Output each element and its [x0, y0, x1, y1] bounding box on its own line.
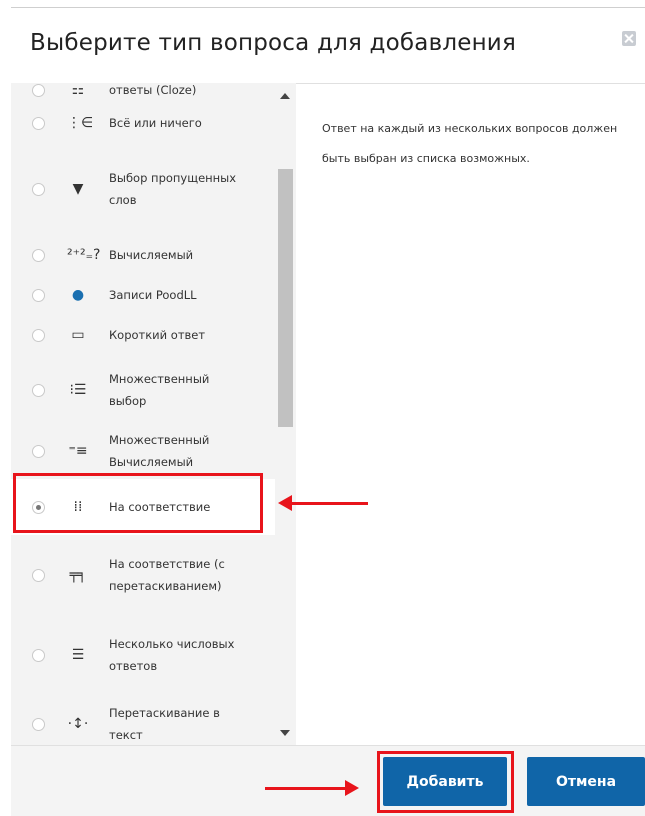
- question-type-label: На соответствие (с перетаскиванием): [109, 557, 225, 593]
- question-type-item[interactable]: ⁝☰ Множественный выбор: [11, 357, 275, 423]
- question-type-radio[interactable]: [32, 648, 45, 662]
- cloze-icon: ⚏: [71, 83, 85, 98]
- question-type-item[interactable]: ☰ Несколько числовых ответов: [11, 615, 275, 695]
- pointer-arrow-to-button: [265, 780, 359, 796]
- question-type-label: Короткий ответ: [109, 328, 206, 342]
- question-type-item[interactable]: ²⁺²₌? Вычисляемый: [11, 233, 275, 277]
- question-type-item[interactable]: ⚏ ответы (Cloze): [11, 83, 275, 101]
- question-type-item[interactable]: ╤╕ На соответствие (с перетаскиванием): [11, 535, 275, 615]
- question-type-radio[interactable]: [32, 248, 45, 262]
- question-type-item[interactable]: ⁼≡ Множественный Вычисляемый: [11, 423, 275, 479]
- question-type-item[interactable]: ● Записи PoodLL: [11, 277, 275, 313]
- question-type-radio[interactable]: [32, 328, 45, 342]
- question-type-list[interactable]: ⚏ ответы (Cloze) ⋮∈ Всё или ничего ▼ Выбор пр…: [11, 83, 275, 745]
- poodll-icon: ●: [71, 287, 85, 303]
- question-type-radio[interactable]: [32, 444, 45, 458]
- add-button-highlight: [377, 751, 514, 813]
- question-type-label: Несколько числовых ответов: [109, 637, 235, 673]
- scroll-down-arrow-icon[interactable]: [280, 730, 290, 736]
- question-type-item[interactable]: ·↕· Перетаскивание в текст: [11, 695, 275, 745]
- scrollbar-thumb[interactable]: [278, 169, 293, 427]
- question-type-label: Множественный выбор: [109, 372, 210, 408]
- close-icon[interactable]: [622, 31, 636, 46]
- question-type-label: Вычисляемый: [109, 248, 194, 262]
- multiple-choice-icon: ⁝☰: [69, 382, 87, 398]
- question-type-radio[interactable]: [32, 182, 45, 196]
- question-type-item[interactable]: ⋮∈ Всё или ничего: [11, 101, 275, 145]
- question-type-label: Выбор пропущенных слов: [109, 171, 237, 207]
- question-type-item[interactable]: ▭ Короткий ответ: [11, 313, 275, 357]
- question-type-label: Всё или ничего: [109, 116, 202, 130]
- drag-drop-matching-icon: ╤╕: [69, 567, 87, 583]
- question-type-radio[interactable]: [32, 383, 45, 397]
- selected-item-highlight: [13, 473, 263, 533]
- drag-into-text-icon: ·↕·: [67, 716, 89, 732]
- question-type-radio[interactable]: [32, 83, 45, 97]
- question-type-radio[interactable]: [32, 568, 45, 582]
- dialog-title: Выберите тип вопроса для добавления: [30, 30, 516, 56]
- question-type-radio[interactable]: [32, 116, 45, 130]
- numerical-multi-icon: ☰: [71, 647, 85, 663]
- short-answer-icon: ▭: [71, 327, 85, 343]
- question-type-items: ⚏ ответы (Cloze) ⋮∈ Всё или ничего ▼ Выбор пр…: [11, 83, 275, 745]
- question-type-label: Перетаскивание в текст: [109, 706, 220, 742]
- dropdown-triangle-icon: ▼: [72, 181, 84, 197]
- question-type-label: Записи PoodLL: [109, 288, 197, 302]
- question-type-item[interactable]: ▼ Выбор пропущенных слов: [11, 145, 275, 233]
- question-type-label: Множественный Вычисляемый: [109, 433, 210, 469]
- question-type-description: Ответ на каждый из нескольких вопросов д…: [322, 122, 618, 165]
- calculated-icon: ²⁺²₌?: [67, 247, 101, 263]
- question-type-label: ответы (Cloze): [109, 83, 197, 97]
- pointer-arrow-to-item: [278, 495, 368, 511]
- dialog-top-border: [11, 7, 645, 8]
- cancel-button[interactable]: Отмена: [527, 757, 645, 806]
- question-type-radio[interactable]: [32, 717, 45, 731]
- calculated-multi-icon: ⁼≡: [68, 443, 88, 459]
- all-or-nothing-icon: ⋮∈: [67, 115, 94, 131]
- scroll-up-arrow-icon[interactable]: [280, 93, 290, 99]
- question-type-radio[interactable]: [32, 288, 45, 302]
